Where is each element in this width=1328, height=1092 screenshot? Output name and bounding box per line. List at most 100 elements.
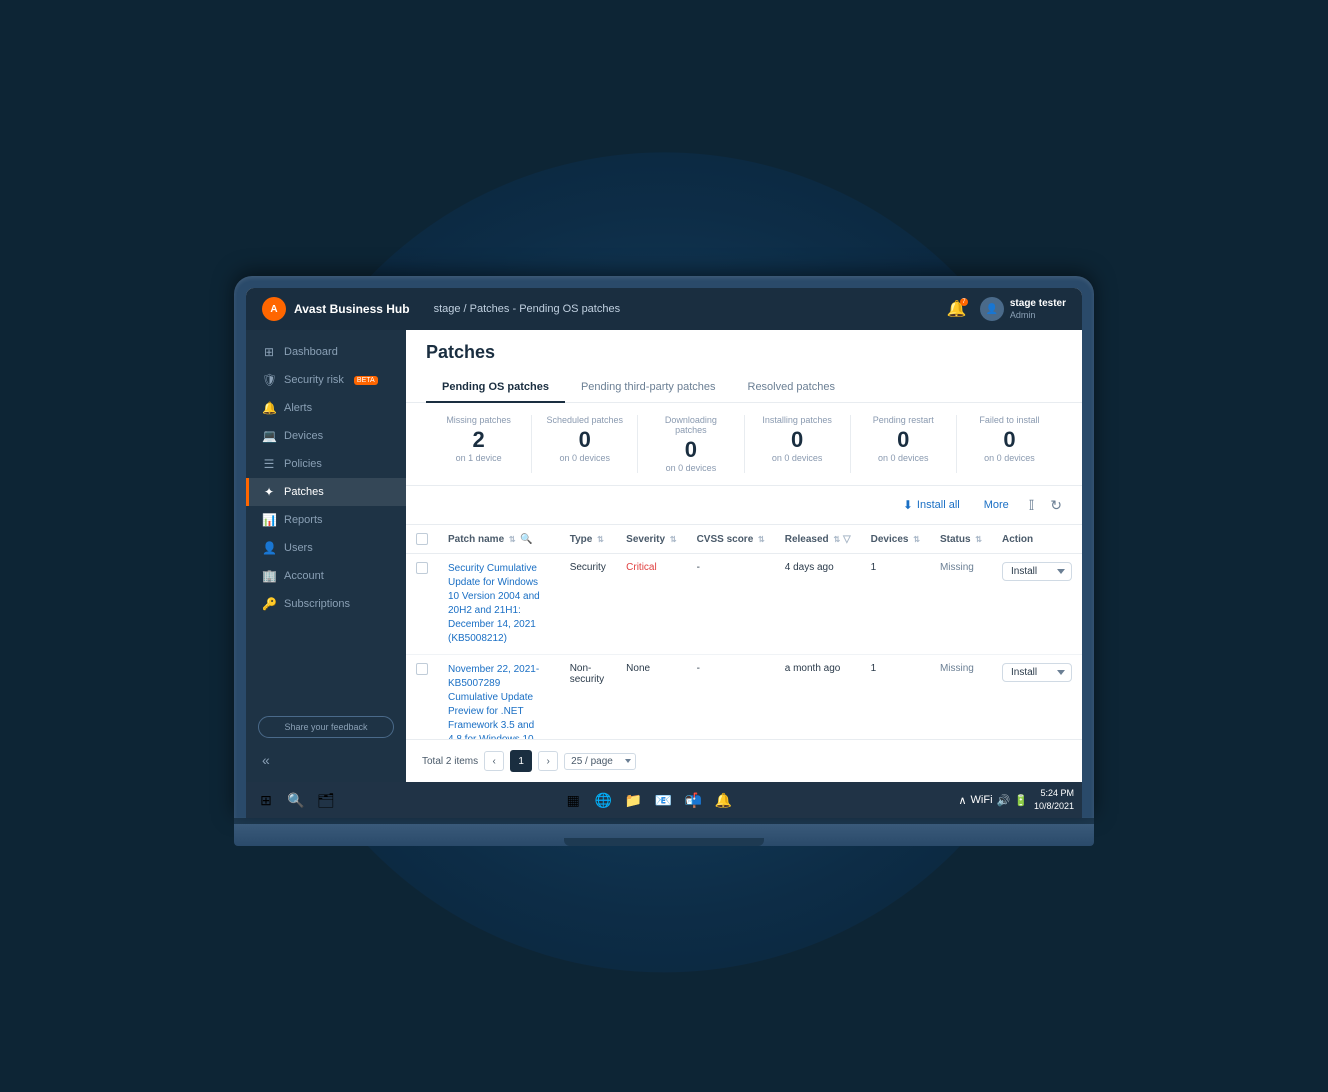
refresh-button[interactable]: ↻	[1046, 495, 1066, 516]
stat-label: Installing patches	[757, 415, 838, 425]
severity-header[interactable]: Severity ⇅	[616, 525, 686, 554]
sidebar-item-security-risk[interactable]: 🛡 Security risk BETA	[246, 366, 406, 394]
column-settings-button[interactable]: 𝕀	[1025, 495, 1039, 516]
status-header[interactable]: Status ⇅	[930, 525, 992, 554]
install-all-button[interactable]: ⬇ Install all	[895, 494, 968, 516]
stat-label: Failed to install	[969, 415, 1050, 425]
taskbar-date-value: 10/8/2021	[1034, 800, 1074, 813]
sidebar-item-devices[interactable]: 💻 Devices	[246, 422, 406, 450]
type-value: Non-security	[570, 663, 604, 685]
sort-icon: ⇅	[509, 535, 516, 544]
taskbar-app-widgets[interactable]: ▦	[561, 788, 585, 812]
sidebar-item-label: Policies	[284, 458, 322, 470]
sidebar-item-alerts[interactable]: 🔔 Alerts	[246, 394, 406, 422]
tab-pending-third-party[interactable]: Pending third-party patches	[565, 373, 732, 403]
stat-value: 2	[438, 429, 519, 451]
chevron-up-icon[interactable]: ∧	[958, 794, 966, 807]
current-page[interactable]: 1	[510, 750, 532, 772]
policies-icon: ☰	[262, 457, 276, 471]
action-cell[interactable]: Install	[992, 554, 1082, 655]
released-header[interactable]: Released ⇅ ▽	[775, 525, 861, 554]
sidebar-item-dashboard[interactable]: ⊞ Dashboard	[246, 338, 406, 366]
select-all-header[interactable]	[406, 525, 438, 554]
cvss-score-cell: -	[687, 655, 775, 740]
taskbar-app-edge[interactable]: 🌐	[591, 788, 615, 812]
user-menu[interactable]: 👤 stage tester Admin	[980, 297, 1066, 322]
feedback-button[interactable]: Share your feedback	[258, 716, 394, 738]
laptop-screen-outer: A Avast Business Hub stage / Patches - P…	[234, 276, 1094, 818]
sidebar: ⊞ Dashboard 🛡 Security risk BETA 🔔 Alert…	[246, 330, 406, 782]
filter-icon[interactable]: ▽	[843, 534, 851, 545]
prev-page-button[interactable]: ‹	[484, 751, 504, 771]
user-name: stage tester	[1010, 297, 1066, 310]
table-scroll-area[interactable]: Patch name ⇅ 🔍 Type ⇅	[406, 525, 1082, 739]
search-icon[interactable]: 🔍	[520, 534, 532, 545]
start-button[interactable]: ⊞	[254, 788, 278, 812]
next-page-button[interactable]: ›	[538, 751, 558, 771]
taskbar-app-mail[interactable]: 📧	[651, 788, 675, 812]
battery-icon[interactable]: 🔋	[1014, 794, 1028, 807]
action-select[interactable]: Install	[1002, 663, 1072, 682]
taskbar-app-avast[interactable]: 🔔	[711, 788, 735, 812]
volume-icon[interactable]: 🔊	[997, 794, 1011, 807]
subscriptions-icon: 🔑	[262, 597, 276, 611]
type-header[interactable]: Type ⇅	[560, 525, 616, 554]
released-cell: a month ago	[775, 655, 861, 740]
devices-value: 1	[871, 663, 877, 674]
patch-name-header[interactable]: Patch name ⇅ 🔍	[438, 525, 560, 554]
more-button[interactable]: More	[976, 495, 1017, 515]
breadcrumb-current: Patches - Pending OS patches	[470, 303, 620, 315]
row-checkbox-cell[interactable]	[406, 554, 438, 655]
stat-sub: on 1 device	[438, 453, 519, 463]
sidebar-item-label: Reports	[284, 514, 323, 526]
released-value: a month ago	[785, 663, 841, 674]
table-wrapper: ⬇ Install all More 𝕀 ↻	[406, 486, 1082, 782]
sidebar-item-reports[interactable]: 📊 Reports	[246, 506, 406, 534]
sidebar-item-subscriptions[interactable]: 🔑 Subscriptions	[246, 590, 406, 618]
select-all-checkbox[interactable]	[416, 533, 428, 545]
stat-value: 0	[969, 429, 1050, 451]
type-value: Security	[570, 562, 606, 573]
notification-button[interactable]: 🔔 7	[946, 298, 968, 320]
row-checkbox-cell[interactable]	[406, 655, 438, 740]
account-icon: 🏢	[262, 569, 276, 583]
sidebar-item-label: Patches	[284, 486, 324, 498]
patch-name-link[interactable]: November 22, 2021-KB5007289 Cumulative U…	[448, 664, 544, 739]
patch-name-cell: November 22, 2021-KB5007289 Cumulative U…	[438, 655, 560, 740]
action-header: Action	[992, 525, 1082, 554]
action-select[interactable]: Install	[1002, 562, 1072, 581]
top-nav: A Avast Business Hub stage / Patches - P…	[246, 288, 1082, 330]
row-select-checkbox[interactable]	[416, 663, 428, 675]
stat-label: Downloading patches	[650, 415, 731, 435]
sort-icon: ⇅	[670, 535, 677, 544]
sidebar-item-users[interactable]: 👤 Users	[246, 534, 406, 562]
stat-sub: on 0 devices	[544, 453, 625, 463]
cvss-score-header[interactable]: CVSS score ⇅	[687, 525, 775, 554]
stat-value: 0	[650, 439, 731, 461]
action-cell[interactable]: Install	[992, 655, 1082, 740]
row-select-checkbox[interactable]	[416, 562, 428, 574]
sidebar-item-label: Subscriptions	[284, 598, 350, 610]
tab-pending-os[interactable]: Pending OS patches	[426, 373, 565, 403]
taskbar-clock: 5:24 PM 10/8/2021	[1034, 787, 1074, 812]
patch-name-link[interactable]: Security Cumulative Update for Windows 1…	[448, 563, 540, 644]
main-area: ⊞ Dashboard 🛡 Security risk BETA 🔔 Alert…	[246, 330, 1082, 782]
tab-bar: Pending OS patches Pending third-party p…	[426, 373, 1062, 402]
severity-value: None	[626, 663, 650, 674]
devices-header[interactable]: Devices ⇅	[861, 525, 930, 554]
breadcrumb-prefix: stage /	[434, 303, 470, 315]
taskbar-app-mail2[interactable]: 📬	[681, 788, 705, 812]
tab-resolved[interactable]: Resolved patches	[732, 373, 851, 403]
sidebar-item-policies[interactable]: ☰ Policies	[246, 450, 406, 478]
sidebar-item-account[interactable]: 🏢 Account	[246, 562, 406, 590]
collapse-sidebar-button[interactable]: «	[246, 746, 406, 774]
per-page-select[interactable]: 25 / page 50 / page 100 / page	[564, 753, 636, 770]
sidebar-item-patches[interactable]: ✦ Patches	[246, 478, 406, 506]
patch-name-cell: Security Cumulative Update for Windows 1…	[438, 554, 560, 655]
released-value: 4 days ago	[785, 562, 834, 573]
severity-value: Critical	[626, 562, 657, 573]
taskbar-app-folder[interactable]: 📁	[621, 788, 645, 812]
wifi-icon[interactable]: WiFi	[971, 794, 993, 806]
file-explorer-button[interactable]: 🗂	[314, 788, 338, 812]
search-taskbar-button[interactable]: 🔍	[284, 788, 308, 812]
